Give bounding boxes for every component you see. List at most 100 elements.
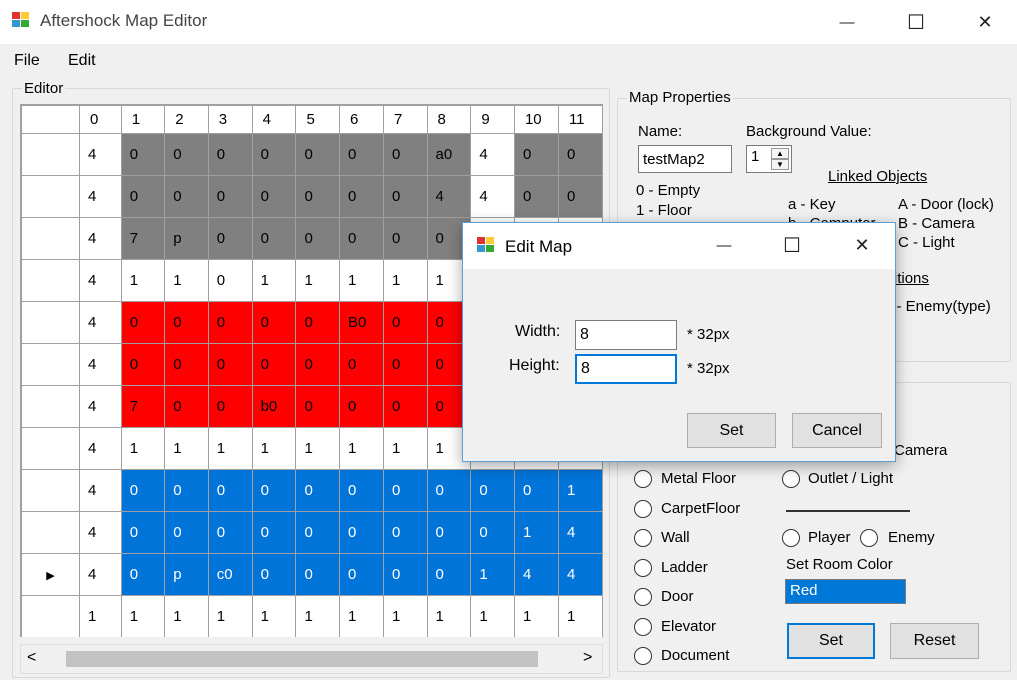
grid-cell[interactable]: 4 [79,259,122,302]
grid-cell[interactable]: 0 [207,469,253,512]
grid-cell[interactable]: 1 [339,595,384,637]
grid-cell[interactable]: 0 [120,511,166,554]
menu-file[interactable]: File [12,52,42,70]
grid-cell[interactable]: 1 [513,595,559,637]
grid-cell[interactable]: 0 [339,385,384,428]
grid-cell[interactable]: 0 [120,301,166,344]
grid-cell[interactable]: 1 [295,259,341,302]
grid-cell[interactable]: p [164,553,209,596]
grid-cell[interactable]: 1 [426,595,472,637]
width-input[interactable] [575,320,677,350]
grid-cell[interactable]: 1 [120,427,166,470]
grid-cell[interactable]: 0 [426,553,472,596]
grid-cell[interactable]: 0 [295,301,341,344]
column-header[interactable]: 5 [295,105,341,134]
grid-cell[interactable]: 1 [383,427,428,470]
grid-cell[interactable]: 1 [470,553,515,596]
grid-cell[interactable]: 7 [120,385,166,428]
grid-cell[interactable]: 1 [339,427,384,470]
grid-cell[interactable]: 4 [79,301,122,344]
grid-cell[interactable]: 4 [79,385,122,428]
row-header[interactable] [21,595,81,637]
close-button[interactable]: ✕ [950,0,1017,44]
maximize-button[interactable]: ☐ [881,0,951,44]
grid-cell[interactable]: 1 [120,595,166,637]
grid-cell[interactable]: 0 [339,469,384,512]
grid-cell[interactable]: 1 [557,595,603,637]
grid-cell[interactable]: 0 [120,343,166,386]
grid-cell[interactable]: 0 [164,469,209,512]
column-header[interactable]: 4 [251,105,297,134]
grid-cell[interactable]: 1 [339,259,384,302]
grid-cell[interactable]: 4 [79,217,122,260]
dialog-maximize-button[interactable]: ☐ [757,223,827,267]
grid-cell[interactable]: 4 [470,133,515,176]
grid-cell[interactable]: 0 [470,469,515,512]
row-header[interactable] [21,259,81,302]
grid-cell[interactable]: 4 [557,511,603,554]
row-header[interactable] [21,427,81,470]
grid-cell[interactable]: 0 [383,343,428,386]
enemy-radio[interactable] [860,529,878,547]
grid-cell[interactable]: 1 [164,595,209,637]
grid-cell[interactable]: 1 [383,595,428,637]
row-header[interactable] [21,469,81,512]
grid-cell[interactable]: 0 [383,469,428,512]
map-name-input[interactable] [638,145,732,173]
grid-cell[interactable]: 4 [426,175,472,218]
tile-radio[interactable] [634,529,652,547]
grid-cell[interactable]: 0 [251,343,297,386]
grid-cell[interactable]: a0 [426,133,472,176]
stepper-up-icon[interactable]: ▲ [771,148,789,159]
grid-cell[interactable]: 0 [251,511,297,554]
grid-cell[interactable]: 0 [207,259,253,302]
grid-cell[interactable]: 1 [164,427,209,470]
grid-cell[interactable]: 1 [120,259,166,302]
grid-cell[interactable]: 1 [557,469,603,512]
scroll-right-icon[interactable]: > [583,649,592,667]
menu-edit[interactable]: Edit [66,52,98,70]
grid-cell[interactable]: 1 [470,595,515,637]
grid-cell[interactable]: 0 [251,469,297,512]
column-header[interactable]: 1 [120,105,166,134]
grid-cell[interactable]: 0 [207,511,253,554]
grid-cell[interactable]: 0 [207,175,253,218]
grid-cell[interactable]: 0 [513,469,559,512]
column-header[interactable]: 6 [339,105,384,134]
grid-cell[interactable]: 0 [207,343,253,386]
dialog-set-button[interactable]: Set [687,413,776,448]
grid-cell[interactable]: 0 [207,301,253,344]
grid-cell[interactable]: 0 [513,175,559,218]
column-header[interactable]: 8 [426,105,472,134]
row-header[interactable] [21,217,81,260]
grid-cell[interactable]: 0 [164,175,209,218]
grid-cell[interactable]: 0 [164,133,209,176]
grid-cell[interactable]: 0 [120,553,166,596]
grid-cell[interactable]: 4 [79,343,122,386]
dialog-cancel-button[interactable]: Cancel [792,413,882,448]
height-input[interactable] [575,354,677,384]
scroll-left-icon[interactable]: < [27,649,36,667]
grid-cell[interactable]: 1 [513,511,559,554]
column-header[interactable]: 10 [513,105,559,134]
grid-cell[interactable]: b0 [251,385,297,428]
dialog-close-button[interactable]: ✕ [827,223,897,267]
tile-radio[interactable] [634,499,652,518]
grid-cell[interactable]: 4 [79,175,122,218]
grid-cell[interactable]: 4 [79,553,122,596]
grid-cell[interactable]: 0 [120,469,166,512]
grid-cell[interactable]: 0 [383,511,428,554]
grid-cell[interactable]: 0 [383,217,428,260]
grid-cell[interactable]: 0 [557,133,603,176]
tile-radio[interactable] [634,470,652,488]
grid-cell[interactable]: 1 [251,259,297,302]
grid-cell[interactable]: 0 [383,133,428,176]
grid-cell[interactable]: 7 [120,217,166,260]
grid-cell[interactable]: 4 [79,133,122,176]
grid-cell[interactable]: 4 [557,553,603,596]
grid-cell[interactable]: 0 [120,175,166,218]
grid-cell[interactable]: 0 [339,133,384,176]
grid-cell[interactable]: 0 [251,553,297,596]
column-header[interactable]: 11 [557,105,603,134]
minimize-button[interactable]: — [812,0,882,44]
